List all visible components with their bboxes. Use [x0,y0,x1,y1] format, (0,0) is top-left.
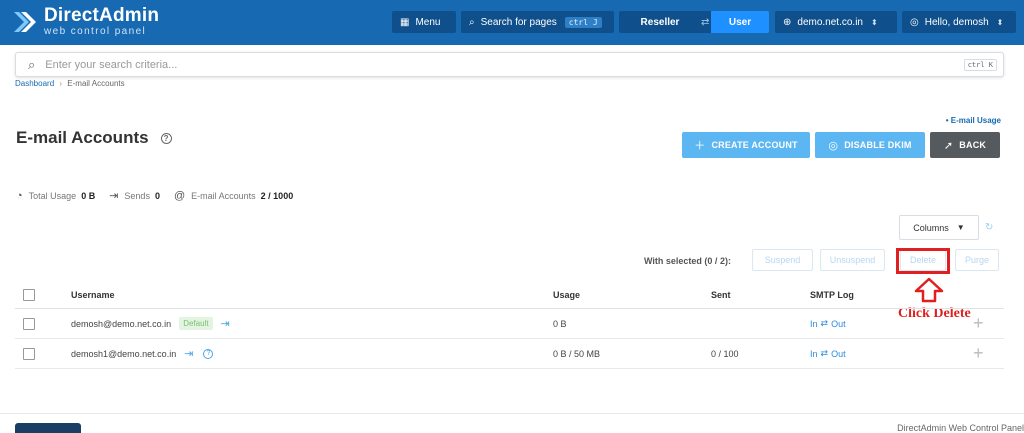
domain-label: demo.net.co.in [797,16,863,28]
select-all-checkbox[interactable] [23,288,35,301]
account-stats: ◔ Total Usage 0 B ⇥ Sends 0 @ E-mail Acc… [16,189,307,203]
page-title-text: E-mail Accounts [16,128,149,147]
grid-icon: ▦ [400,16,410,28]
reseller-label: Reseller [640,16,680,28]
usage-value: 0 B / 50 MB [553,348,601,359]
breadcrumb-current: E-mail Accounts [67,79,125,88]
column-header-username[interactable]: Username [71,281,115,308]
user-icon: ◎ [910,16,919,28]
updown-icon: ⬍ [996,17,1004,27]
accounts-value: 2 / 1000 [260,190,294,201]
disable-dkim-label: DISABLE DKIM [844,140,912,150]
disable-dkim-button[interactable]: ◎ DISABLE DKIM [815,132,925,158]
columns-label: Columns [913,222,949,233]
total-usage-value: 0 B [81,190,96,201]
arrow-right-icon: ➚ [943,139,954,152]
send-icon: ⇥ [109,190,119,202]
create-account-label: CREATE ACCOUNT [711,140,798,150]
caret-down-icon: ▼ [956,223,965,232]
user-toggle[interactable]: User [711,11,769,33]
smtp-out-link[interactable]: Out [831,349,846,359]
pie-chart-icon: ◔ [16,189,23,202]
row-checkbox[interactable] [23,317,35,330]
table-header-row: Username Usage Sent SMTP Log [15,281,1004,309]
table-row: demosh@demo.net.co.in Default ⇥ 0 B In ⇄… [15,309,1004,339]
top-header-bar: DirectAdmin web control panel ▦ Menu ⌕ S… [0,0,1024,45]
column-header-smtp-log: SMTP Log [810,289,854,300]
search-shortcut: ctrl K [963,58,997,71]
logo[interactable]: DirectAdmin web control panel [12,6,159,37]
with-selected-label: With selected (0 / 2): [644,256,731,266]
row-checkbox[interactable] [23,347,35,360]
user-menu[interactable]: ◎ Hello, demosh ⬍ [902,11,1016,33]
total-usage-label: Total Usage [28,190,77,201]
search-pages-button[interactable]: ⌕ Search for pages ctrl J [461,11,614,33]
back-label: BACK [959,140,987,150]
back-button[interactable]: ➚ BACK [930,132,1000,158]
swap-icon: ⇄ [820,348,829,358]
email-accounts-table: Username Usage Sent SMTP Log demosh@demo… [15,281,1004,369]
accounts-label: E-mail Accounts [191,190,256,201]
search-pages-label: Search for pages [480,16,557,28]
directadmin-logo-icon [14,11,36,32]
help-icon[interactable]: ? [160,132,172,144]
swap-icon: ⇄ [701,11,711,33]
smtp-in-link[interactable]: In [810,349,818,359]
sends-label: Sends [124,190,150,201]
login-icon[interactable]: ⇥ [184,347,193,360]
sends-value: 0 [154,190,160,201]
usage-value: 0 B [553,318,567,329]
username[interactable]: demosh@demo.net.co.in [71,319,171,329]
reseller-toggle[interactable]: Reseller [619,11,701,33]
smtp-in-link[interactable]: In [810,319,818,329]
column-header-usage[interactable]: Usage [553,281,580,308]
columns-dropdown[interactable]: Columns ▼ [899,215,979,240]
smtp-out-link[interactable]: Out [831,319,846,329]
logo-subtitle: web control panel [44,26,147,37]
search-input[interactable] [45,58,926,71]
at-sign-icon: @ [173,189,186,202]
footer-text: DirectAdmin Web Control Panel [897,423,1024,433]
annotation-highlight-box [896,248,950,274]
breadcrumb: Dashboard › E-mail Accounts [15,79,125,88]
search-bar: ⌕ ctrl K [15,52,1004,77]
user-label: User [728,16,752,28]
username[interactable]: demosh1@demo.net.co.in [71,349,176,359]
help-icon[interactable]: ? [203,348,214,359]
sent-value: 0 / 100 [711,348,739,359]
dkim-icon: ◎ [828,139,839,152]
search-icon: ⌕ [28,56,36,72]
footer-divider [0,413,1024,414]
breadcrumb-dashboard[interactable]: Dashboard [15,79,54,88]
updown-icon: ⬍ [871,17,878,27]
globe-icon: ⊕ [783,16,792,28]
swap-icon: ⇄ [820,318,829,328]
breadcrumb-separator: › [59,79,63,88]
expand-plus-icon[interactable]: + [973,339,984,368]
domain-selector[interactable]: ⊕ demo.net.co.in ⬍ [775,11,897,33]
menu-label: Menu [415,16,441,28]
email-usage-link[interactable]: • E-mail Usage [946,116,1001,125]
footer-button[interactable] [15,423,81,433]
menu-button[interactable]: ▦ Menu [392,11,456,33]
greeting-label: Hello, demosh [924,16,989,28]
create-account-button[interactable]: ＋ CREATE ACCOUNT [682,132,810,158]
page-title: E-mail Accounts ? [16,128,172,148]
login-icon[interactable]: ⇥ [221,317,230,330]
search-pages-shortcut: ctrl J [564,16,602,28]
expand-plus-icon[interactable]: + [973,309,984,338]
column-header-sent[interactable]: Sent [711,281,731,308]
unsuspend-button[interactable]: Unsuspend [820,249,885,271]
logo-title: DirectAdmin [44,5,160,26]
plus-icon: ＋ [694,140,706,152]
search-icon: ⌕ [469,16,475,28]
table-row: demosh1@demo.net.co.in ⇥ ? 0 B / 50 MB 0… [15,339,1004,369]
reseller-user-switch[interactable]: Reseller ⇄ User [619,11,769,33]
purge-button[interactable]: Purge [955,249,999,271]
suspend-button[interactable]: Suspend [752,249,813,271]
default-badge: Default [179,317,213,330]
refresh-icon[interactable]: ↻ [985,222,993,233]
